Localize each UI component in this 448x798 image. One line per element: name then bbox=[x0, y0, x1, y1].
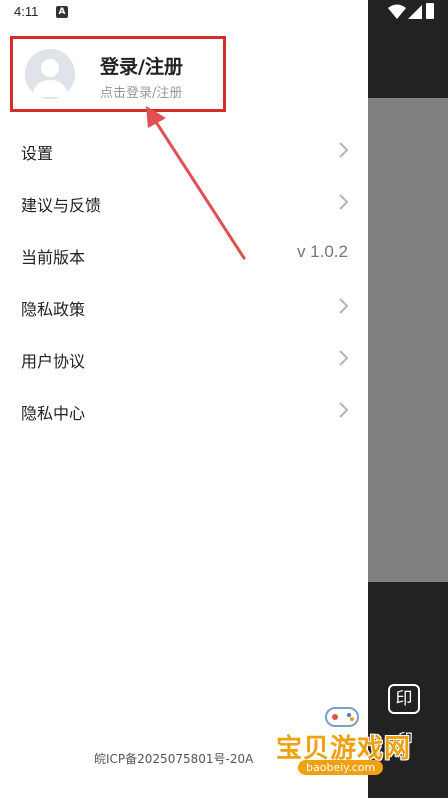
menu-item-privacy-center[interactable]: 隐私中心 bbox=[0, 384, 368, 436]
chevron-right-icon bbox=[339, 298, 349, 314]
menu-item-label: 当前版本 bbox=[21, 248, 86, 267]
battery-icon bbox=[426, 3, 434, 19]
icp-footer[interactable]: 皖ICP备2025075801号-20A bbox=[94, 750, 253, 767]
menu-item-version[interactable]: 当前版本 v 1.0.2 bbox=[0, 228, 368, 280]
version-value: v 1.0.2 bbox=[296, 242, 348, 261]
menu-item-label: 隐私中心 bbox=[21, 404, 86, 423]
signal-icon bbox=[408, 5, 422, 19]
background-app-content bbox=[368, 98, 448, 582]
menu-item-settings[interactable]: 设置 bbox=[0, 124, 368, 176]
a-icon: A bbox=[56, 6, 68, 18]
chevron-right-icon bbox=[339, 194, 349, 210]
highlight-box bbox=[10, 36, 226, 112]
status-time: 4:11 bbox=[14, 4, 39, 19]
chevron-right-icon bbox=[339, 402, 349, 418]
drawer-menu: 设置 建议与反馈 当前版本 v 1.0.2 隐私政策 用户协议 隐私中心 bbox=[0, 124, 368, 436]
menu-item-label: 设置 bbox=[21, 144, 54, 163]
chevron-right-icon bbox=[339, 142, 349, 158]
menu-item-privacy-policy[interactable]: 隐私政策 bbox=[0, 280, 368, 332]
menu-item-user-agreement[interactable]: 用户协议 bbox=[0, 332, 368, 384]
navigation-drawer: 4:11 A 登录/注册 点击登录/注册 设置 建议与反馈 当前版本 v 1.0… bbox=[0, 0, 368, 798]
menu-item-label: 建议与反馈 bbox=[21, 196, 102, 215]
watermark-logo: 宝贝游戏网 baobeiy.com bbox=[272, 702, 420, 784]
chevron-right-icon bbox=[339, 350, 349, 366]
gamepad-icon bbox=[325, 707, 359, 727]
menu-item-label: 用户协议 bbox=[21, 352, 86, 371]
wifi-icon bbox=[388, 4, 406, 19]
menu-item-feedback[interactable]: 建议与反馈 bbox=[0, 176, 368, 228]
watermark-url: baobeiy.com bbox=[298, 760, 384, 775]
menu-item-label: 隐私政策 bbox=[21, 300, 86, 319]
